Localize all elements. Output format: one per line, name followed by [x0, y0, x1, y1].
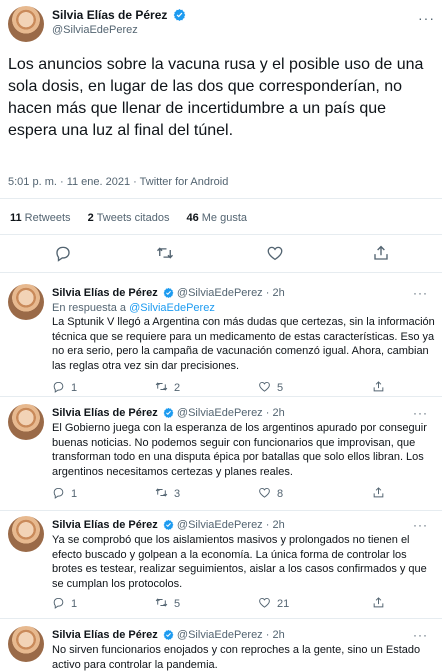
reply-icon[interactable] — [54, 244, 72, 262]
verified-badge-icon — [173, 8, 186, 21]
main-tweet-header: Silvia Elías de Pérez @SilviaEdePerez — [8, 6, 44, 42]
author-name[interactable]: Silvia Elías de Pérez — [52, 407, 158, 419]
reply-tweet[interactable]: Silvia Elías de Pérez @SilviaEdePerez · … — [0, 404, 442, 510]
reply-icon — [52, 486, 65, 499]
avatar[interactable] — [8, 626, 44, 662]
more-icon[interactable]: ··· — [413, 287, 428, 299]
author-name[interactable]: Silvia Elías de Pérez — [52, 287, 158, 299]
likes-stat[interactable]: 46 Me gusta — [187, 212, 248, 224]
like-button[interactable]: 5 — [258, 380, 283, 394]
like-icon[interactable] — [266, 244, 284, 262]
author-name[interactable]: Silvia Elías de Pérez — [52, 519, 158, 531]
retweet-icon — [155, 486, 168, 499]
reply-tweet[interactable]: Silvia Elías de Pérez @SilviaEdePerez · … — [0, 516, 442, 618]
retweet-button[interactable]: 5 — [155, 596, 180, 610]
verified-badge-icon — [163, 407, 174, 418]
divider — [0, 618, 442, 619]
reply-action-bar: 1 2 5 — [52, 380, 432, 396]
like-button[interactable]: 21 — [258, 596, 289, 610]
share-icon — [372, 596, 385, 609]
retweets-stat[interactable]: 11 Retweets — [10, 212, 71, 224]
more-icon[interactable]: ··· — [418, 11, 435, 25]
share-button[interactable] — [372, 486, 391, 500]
author-name[interactable]: Silvia Elías de Pérez — [52, 629, 158, 641]
like-icon — [258, 380, 271, 393]
more-icon[interactable]: ··· — [413, 407, 428, 419]
tweet-stats: 11 Retweets 2 Tweets citados 46 Me gusta — [10, 212, 261, 224]
share-icon[interactable] — [372, 244, 390, 262]
share-button[interactable] — [372, 380, 391, 394]
reply-button[interactable]: 1 — [52, 380, 77, 394]
avatar[interactable] — [8, 404, 44, 440]
in-reply-to: En respuesta a @SilviaEdePerez — [52, 302, 215, 314]
reply-text: Ya se comprobó que los aislamientos masi… — [52, 534, 427, 590]
tweet-meta[interactable]: 5:01 p. m. · 11 ene. 2021 · Twitter for … — [8, 176, 228, 188]
reply-header: Silvia Elías de Pérez @SilviaEdePerez · … — [52, 286, 285, 300]
verified-badge-icon — [163, 629, 174, 640]
like-button[interactable]: 8 — [258, 486, 283, 500]
retweet-icon[interactable] — [156, 244, 174, 262]
retweet-icon — [155, 380, 168, 393]
author-block[interactable]: Silvia Elías de Pérez @SilviaEdePerez — [52, 8, 186, 38]
reply-button[interactable]: 1 — [52, 596, 77, 610]
reply-icon — [52, 380, 65, 393]
more-icon[interactable]: ··· — [413, 519, 428, 531]
divider — [0, 198, 442, 199]
like-icon — [258, 486, 271, 499]
tweet-text: Los anuncios sobre la vacuna rusa y el p… — [8, 56, 424, 139]
avatar[interactable] — [8, 6, 44, 42]
reply-text: La Sptunik V llegó a Argentina con más d… — [52, 316, 435, 372]
author-name[interactable]: Silvia Elías de Pérez — [52, 8, 167, 22]
verified-badge-icon — [163, 287, 174, 298]
share-icon — [372, 380, 385, 393]
divider — [0, 510, 442, 511]
retweet-button[interactable]: 2 — [155, 380, 180, 394]
reply-header: Silvia Elías de Pérez @SilviaEdePerez · … — [52, 406, 285, 420]
reply-tweet[interactable]: Silvia Elías de Pérez @SilviaEdePerez · … — [0, 626, 442, 672]
verified-badge-icon — [163, 519, 174, 530]
author-handle[interactable]: @SilviaEdePerez · 2h — [177, 407, 285, 419]
reply-icon — [52, 596, 65, 609]
like-icon — [258, 596, 271, 609]
main-action-bar — [0, 244, 442, 264]
reply-action-bar: 1 3 8 — [52, 486, 432, 502]
avatar[interactable] — [8, 516, 44, 552]
share-button[interactable] — [372, 596, 391, 610]
reply-tweet[interactable]: Silvia Elías de Pérez @SilviaEdePerez · … — [0, 284, 442, 396]
author-handle[interactable]: @SilviaEdePerez · 2h — [177, 287, 285, 299]
reply-button[interactable]: 1 — [52, 486, 77, 500]
author-handle[interactable]: @SilviaEdePerez · 2h — [177, 519, 285, 531]
reply-header: Silvia Elías de Pérez @SilviaEdePerez · … — [52, 628, 285, 642]
author-handle[interactable]: @SilviaEdePerez — [52, 23, 186, 38]
reply-text: El Gobierno juega con la esperanza de lo… — [52, 422, 427, 478]
divider — [0, 396, 442, 397]
reply-action-bar: 1 5 21 — [52, 596, 432, 612]
divider — [0, 272, 442, 273]
retweet-icon — [155, 596, 168, 609]
reply-header: Silvia Elías de Pérez @SilviaEdePerez · … — [52, 518, 285, 532]
author-handle[interactable]: @SilviaEdePerez · 2h — [177, 629, 285, 641]
quotes-stat[interactable]: 2 Tweets citados — [88, 212, 170, 224]
avatar[interactable] — [8, 284, 44, 320]
reply-text: No sirven funcionarios enojados y con re… — [52, 644, 421, 671]
share-icon — [372, 486, 385, 499]
more-icon[interactable]: ··· — [413, 629, 428, 641]
in-reply-to-link[interactable]: @SilviaEdePerez — [129, 302, 215, 314]
retweet-button[interactable]: 3 — [155, 486, 180, 500]
divider — [0, 234, 442, 235]
